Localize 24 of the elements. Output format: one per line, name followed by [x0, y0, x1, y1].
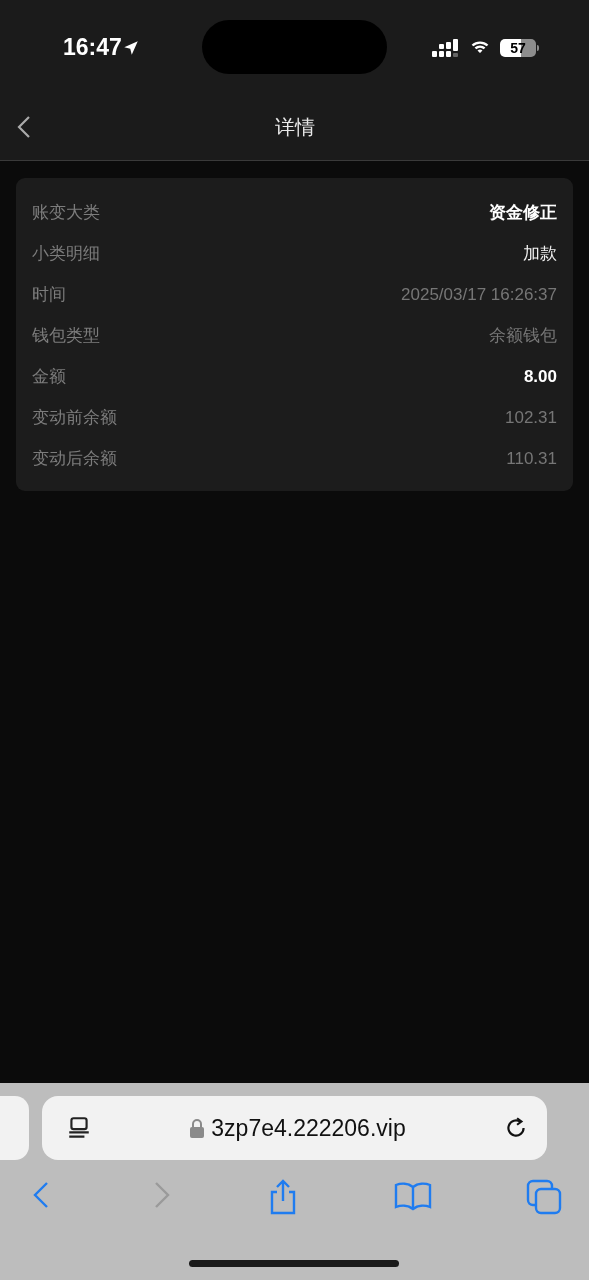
detail-label: 账变大类	[32, 202, 100, 224]
detail-value: 加款	[523, 243, 557, 265]
detail-label: 小类明细	[32, 243, 100, 265]
lock-icon	[189, 1118, 206, 1138]
detail-value: 余额钱包	[489, 325, 557, 347]
detail-value: 110.31	[506, 448, 557, 469]
detail-label: 变动后余额	[32, 448, 117, 470]
detail-label: 金额	[32, 366, 66, 388]
page-title: 详情	[274, 115, 315, 140]
tabs-button[interactable]	[526, 1179, 562, 1215]
detail-label: 变动前余额	[32, 407, 117, 429]
detail-value: 2025/03/17 16:26:37	[401, 284, 557, 305]
detail-label: 时间	[32, 284, 66, 306]
detail-value: 102.31	[505, 407, 557, 428]
detail-label: 钱包类型	[32, 325, 100, 347]
page-menu-icon	[66, 1115, 92, 1141]
status-time: 16:47	[63, 34, 122, 61]
url-text: 3zp7e4.222206.vip	[211, 1114, 406, 1142]
battery-level: 57	[500, 38, 536, 57]
signal-icon	[432, 37, 460, 58]
tab-preview[interactable]	[0, 1096, 29, 1160]
detail-value: 8.00	[523, 366, 557, 387]
address-bar[interactable]: 3zp7e4.222206.vip	[42, 1096, 547, 1160]
detail-value: 资金修正	[489, 202, 557, 224]
